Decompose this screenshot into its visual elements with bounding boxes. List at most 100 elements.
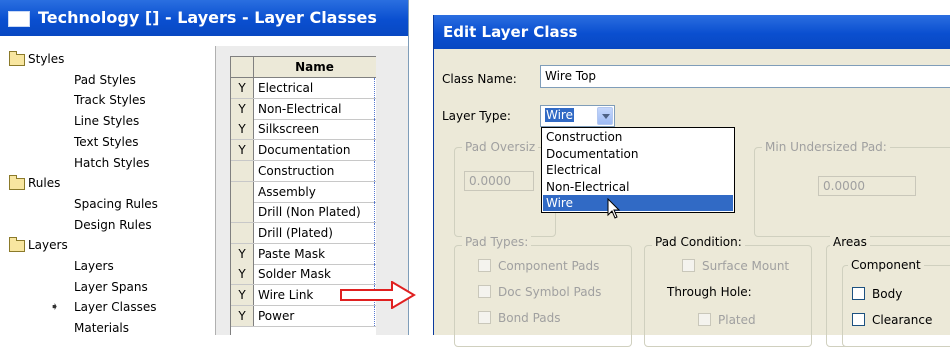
- class-name-input[interactable]: Wire Top: [540, 65, 950, 88]
- grid-header: Name: [231, 57, 376, 78]
- min-undersized-input[interactable]: 0.0000: [818, 176, 916, 196]
- tree-folder-styles[interactable]: Styles: [0, 49, 214, 69]
- bond-pads-label: Bond Pads: [498, 311, 561, 325]
- row-name-cell[interactable]: Documentation: [258, 140, 351, 160]
- row-flag-cell[interactable]: Y: [231, 264, 254, 285]
- cell-divider: [374, 140, 375, 161]
- dialog-title: Edit Layer Class: [443, 23, 578, 41]
- row-name-cell[interactable]: Paste Mask: [258, 244, 325, 264]
- tree-item-label: Layer Spans: [74, 279, 148, 294]
- surface-mount-checkbox[interactable]: [682, 259, 695, 272]
- row-flag-cell[interactable]: Y: [231, 78, 254, 98]
- tree-item-label: Materials: [74, 321, 130, 335]
- layer-type-option[interactable]: Electrical: [543, 162, 733, 178]
- cell-divider: [374, 181, 375, 202]
- tree-item-layers[interactable]: Layers: [0, 256, 214, 276]
- tree-item-label: Text Styles: [74, 134, 139, 149]
- row-flag-cell[interactable]: Y: [231, 305, 254, 326]
- chevron-down-icon[interactable]: [597, 107, 613, 125]
- surface-mount-label: Surface Mount: [702, 259, 790, 273]
- component-pads-label: Component Pads: [498, 259, 600, 273]
- plated-checkbox[interactable]: [698, 313, 711, 326]
- row-name-cell[interactable]: Assembly: [258, 182, 316, 202]
- clearance-checkbox[interactable]: [852, 313, 865, 326]
- tree-item-layer-spans[interactable]: Layer Spans: [0, 277, 214, 297]
- areas-label: Areas: [830, 235, 870, 249]
- tree-folder-rules[interactable]: Rules: [0, 173, 214, 193]
- row-flag-cell[interactable]: Y: [231, 98, 254, 119]
- row-flag-cell[interactable]: Y: [231, 140, 254, 161]
- tree-item-label: Spacing Rules: [74, 196, 158, 211]
- layer-type-value: Wire: [545, 108, 574, 122]
- row-flag-cell[interactable]: [231, 181, 254, 202]
- grid-corner-cell: [231, 57, 254, 77]
- mouse-pointer-icon: [607, 198, 621, 219]
- row-flag-cell[interactable]: Y: [231, 119, 254, 140]
- table-row[interactable]: Assembly: [231, 181, 376, 203]
- body-checkbox[interactable]: [852, 287, 865, 300]
- table-row[interactable]: Y Documentation: [231, 140, 376, 162]
- row-name-cell[interactable]: Drill (Non Plated): [258, 202, 361, 222]
- layer-type-option[interactable]: Wire: [543, 195, 733, 212]
- tree-item-materials[interactable]: Materials: [0, 318, 214, 335]
- table-row[interactable]: Y Silkscreen: [231, 119, 376, 141]
- row-name-cell[interactable]: Power: [258, 306, 294, 326]
- row-name-cell[interactable]: Wire Link: [258, 285, 313, 305]
- tree-item-text-styles[interactable]: Text Styles: [0, 132, 214, 152]
- tree-item-label: Layers: [28, 238, 68, 253]
- column-header-name[interactable]: Name: [254, 57, 375, 77]
- folder-icon: [9, 51, 25, 66]
- cell-divider: [374, 160, 375, 181]
- tree-folder-layers[interactable]: Layers: [0, 235, 214, 255]
- row-name-cell[interactable]: Solder Mask: [258, 264, 331, 284]
- tree-item-hatch-styles[interactable]: Hatch Styles: [0, 153, 214, 173]
- tree-item-label: Rules: [28, 176, 61, 191]
- row-name-cell[interactable]: Non-Electrical: [258, 99, 341, 119]
- bond-pads-checkbox[interactable]: [478, 311, 491, 324]
- tree-item-label: Hatch Styles: [74, 155, 150, 170]
- doc-symbol-pads-label: Doc Symbol Pads: [498, 285, 602, 299]
- row-name-cell[interactable]: Construction: [258, 161, 334, 181]
- window-title-bar[interactable]: Technology [] - Layers - Layer Classes: [0, 0, 408, 36]
- row-flag-cell[interactable]: [231, 202, 254, 223]
- tree-item-label: Line Styles: [74, 114, 140, 129]
- pad-condition-label: Pad Condition:: [652, 235, 745, 249]
- layer-type-option[interactable]: Construction: [543, 129, 733, 145]
- row-flag-cell[interactable]: Y: [231, 243, 254, 264]
- tree-item-label: Track Styles: [74, 93, 146, 108]
- layer-type-option[interactable]: Documentation: [543, 146, 733, 162]
- plated-label: Plated: [718, 313, 756, 327]
- row-flag-cell[interactable]: [231, 222, 254, 243]
- tree-item-label: Design Rules: [74, 217, 152, 232]
- window-icon: [8, 11, 30, 27]
- tree-item-line-styles[interactable]: Line Styles: [0, 111, 214, 131]
- dialog-title-bar[interactable]: Edit Layer Class: [434, 15, 950, 49]
- tree-item-design-rules[interactable]: Design Rules: [0, 215, 214, 235]
- table-row[interactable]: Y Electrical: [231, 78, 376, 99]
- tree-item-layer-classes[interactable]: ➧ Layer Classes: [0, 297, 214, 317]
- pad-oversize-input[interactable]: 0.0000: [464, 171, 534, 191]
- doc-symbol-pads-checkbox[interactable]: [478, 285, 491, 298]
- tree-item-track-styles[interactable]: Track Styles: [0, 90, 214, 110]
- row-name-cell[interactable]: Electrical: [258, 78, 313, 98]
- table-row[interactable]: Y Paste Mask: [231, 243, 376, 265]
- cell-divider: [374, 98, 375, 119]
- red-arrow-icon: [340, 281, 416, 309]
- table-row[interactable]: Drill (Plated): [231, 222, 376, 244]
- tree-item-label: Layer Classes: [74, 300, 157, 315]
- folder-icon: [9, 237, 25, 253]
- layer-type-label: Layer Type:: [442, 109, 511, 123]
- row-flag-cell[interactable]: [231, 160, 254, 181]
- row-name-cell[interactable]: Silkscreen: [258, 119, 319, 139]
- layer-type-option[interactable]: Non-Electrical: [543, 179, 733, 195]
- row-flag-cell[interactable]: Y: [231, 285, 254, 305]
- cell-divider: [374, 243, 375, 264]
- table-row[interactable]: Drill (Non Plated): [231, 202, 376, 224]
- component-pads-checkbox[interactable]: [478, 259, 491, 272]
- row-name-cell[interactable]: Drill (Plated): [258, 223, 333, 243]
- table-row[interactable]: Construction: [231, 160, 376, 182]
- table-row[interactable]: Y Non-Electrical: [231, 98, 376, 120]
- tree-item-pad-styles[interactable]: Pad Styles: [0, 70, 214, 90]
- tree-item-spacing-rules[interactable]: Spacing Rules: [0, 194, 214, 214]
- technology-tree: Styles Pad Styles Track Styles Line Styles T…: [0, 46, 216, 335]
